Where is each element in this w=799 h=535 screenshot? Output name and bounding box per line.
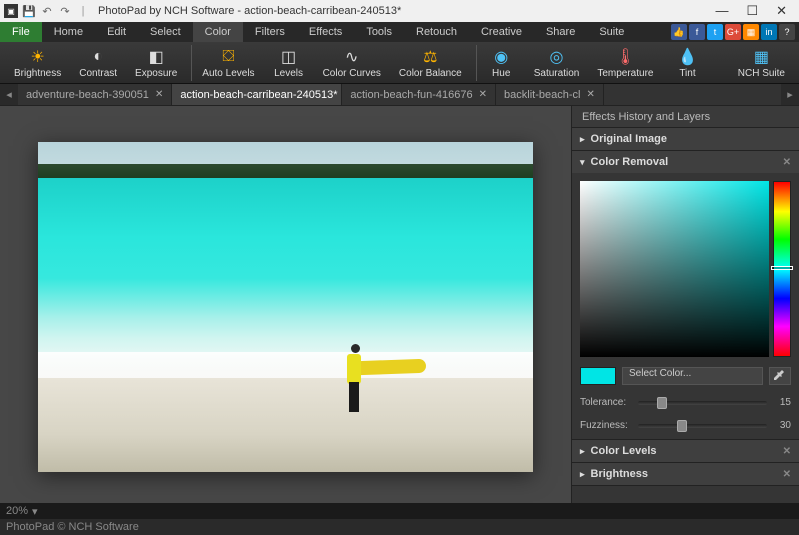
tab-close-icon[interactable]: ✕ [479,89,487,100]
menu-retouch[interactable]: Retouch [404,22,469,42]
tint-icon: 💧 [678,47,698,67]
tab-scroll-left[interactable]: ◂ [0,84,18,105]
minimize-button[interactable]: — [715,3,728,19]
close-button[interactable]: ✕ [776,3,787,19]
nch-suite-icon: ▦ [754,47,769,67]
menu-share[interactable]: Share [534,22,587,42]
statusbar: 20% ▾ [0,503,799,519]
tool-levels[interactable]: ◫Levels [265,45,313,81]
tab-close-icon[interactable]: ✕ [155,89,163,100]
menubar: FileHomeEditSelectColorFiltersEffectsToo… [0,22,799,42]
window-title: PhotoPad by NCH Software - action-beach-… [98,5,401,17]
auto-levels-icon: ⛋ [222,47,234,67]
canvas-area[interactable] [0,106,571,503]
tool-color-curves[interactable]: ∿Color Curves [315,45,389,81]
tab-action-beach-fun-416676[interactable]: action-beach-fun-416676✕ [342,84,496,105]
quick-access: ▣ 💾 ↶ ↷ | [4,4,90,18]
exposure-icon: ◧ [149,47,164,67]
fuzziness-label: Fuzziness: [580,420,632,431]
app-icon: ▣ [4,4,18,18]
copyright: PhotoPad © NCH Software [6,521,139,533]
tool-hue[interactable]: ◉Hue [476,45,524,81]
fuzziness-value: 30 [773,420,791,431]
menu-file[interactable]: File [0,22,42,42]
section-color-removal[interactable]: ▾ Color Removal ✕ [572,151,799,173]
tool-contrast[interactable]: ◐Contrast [71,45,125,81]
footer: PhotoPad © NCH Software [0,519,799,535]
zoom-level[interactable]: 20% [6,505,28,517]
section-color-levels[interactable]: ▸ Color Levels ✕ [572,440,799,462]
section-brightness[interactable]: ▸ Brightness ✕ [572,463,799,485]
tool-temperature[interactable]: 🌡Temperature [589,45,661,81]
color-curves-icon: ∿ [345,47,358,67]
save-icon[interactable]: 💾 [22,4,36,18]
hue-icon: ◉ [494,47,508,67]
tool-auto-levels[interactable]: ⛋Auto Levels [191,45,262,81]
tool-color-balance[interactable]: ⚖Color Balance [391,45,470,81]
redo-icon[interactable]: ↷ [58,4,72,18]
menu-select[interactable]: Select [138,22,193,42]
fuzziness-slider[interactable] [638,424,767,428]
color-swatch [580,367,616,385]
chevron-down-icon: ▾ [580,157,585,168]
toolbar: ☀Brightness◐Contrast◧Exposure⛋Auto Level… [0,42,799,84]
close-section-icon[interactable]: ✕ [783,157,791,168]
tab-close-icon[interactable]: ✕ [586,89,594,100]
eyedropper-icon [774,370,786,382]
levels-icon: ◫ [281,47,296,67]
thumb-icon[interactable]: 👍 [671,24,687,40]
menu-suite[interactable]: Suite [587,22,636,42]
chevron-right-icon: ▸ [580,446,585,457]
section-original-image[interactable]: ▸ Original Image [572,128,799,150]
tab-scroll-right[interactable]: ▸ [781,84,799,105]
menu-filters[interactable]: Filters [243,22,297,42]
brightness-icon: ☀ [30,47,44,67]
tab-backlit-beach-cl[interactable]: backlit-beach-cl✕ [496,84,604,105]
tolerance-label: Tolerance: [580,397,632,408]
workspace: Effects History and Layers ▸ Original Im… [0,106,799,503]
tab-adventure-beach-390051[interactable]: adventure-beach-390051✕ [18,84,172,105]
tab-action-beach-carribean-240513-[interactable]: action-beach-carribean-240513*✕ [172,84,342,105]
menu-effects[interactable]: Effects [297,22,354,42]
facebook-icon[interactable]: f [689,24,705,40]
tool-tint[interactable]: 💧Tint [663,45,711,81]
panel-title: Effects History and Layers [572,106,799,128]
menu-edit[interactable]: Edit [95,22,138,42]
tolerance-value: 15 [773,397,791,408]
document-tabs: ◂ adventure-beach-390051✕action-beach-ca… [0,84,799,106]
hue-slider[interactable] [773,181,791,357]
help-icon[interactable]: ? [779,24,795,40]
linkedin-icon[interactable]: in [761,24,777,40]
close-section-icon[interactable]: ✕ [783,469,791,480]
social-icons: 👍ftG+▦in? [667,22,799,42]
tool-nch-suite[interactable]: ▦NCH Suite [730,45,793,81]
close-section-icon[interactable]: ✕ [783,446,791,457]
google-icon[interactable]: G+ [725,24,741,40]
zoom-dropdown-icon[interactable]: ▾ [32,505,38,518]
blog-icon[interactable]: ▦ [743,24,759,40]
tool-saturation[interactable]: ◎Saturation [526,45,588,81]
tool-exposure[interactable]: ◧Exposure [127,45,185,81]
saturation-value-picker[interactable] [580,181,769,357]
menu-home[interactable]: Home [42,22,95,42]
undo-icon[interactable]: ↶ [40,4,54,18]
temperature-icon: 🌡 [615,47,635,67]
tool-brightness[interactable]: ☀Brightness [6,45,69,81]
tolerance-slider[interactable] [638,401,767,405]
contrast-icon: ◐ [93,47,103,67]
menu-tools[interactable]: Tools [354,22,404,42]
twitter-icon[interactable]: t [707,24,723,40]
saturation-icon: ◎ [550,47,564,67]
maximize-button[interactable]: ☐ [746,3,758,19]
menu-creative[interactable]: Creative [469,22,534,42]
menu-color[interactable]: Color [193,22,243,42]
color-balance-icon: ⚖ [423,47,437,67]
eyedropper-button[interactable] [769,367,791,385]
titlebar: ▣ 💾 ↶ ↷ | PhotoPad by NCH Software - act… [0,0,799,22]
chevron-right-icon: ▸ [580,134,585,145]
photo-canvas[interactable] [38,142,533,472]
effects-panel: Effects History and Layers ▸ Original Im… [571,106,799,503]
chevron-right-icon: ▸ [580,469,585,480]
select-color-button[interactable]: Select Color... [622,367,763,385]
